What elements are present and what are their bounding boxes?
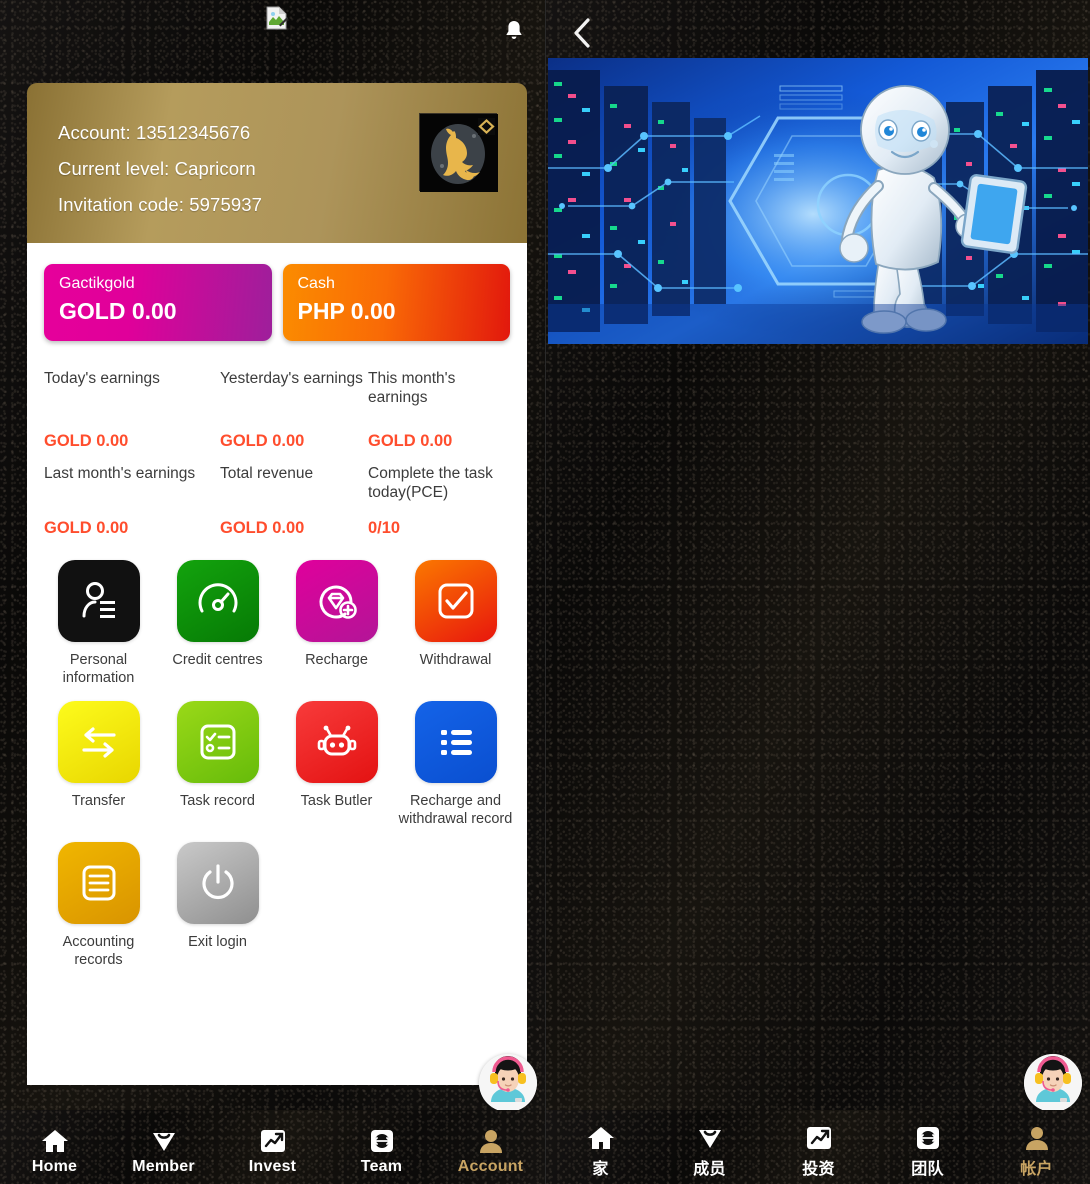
menu-item-task-record[interactable]: Task record xyxy=(158,701,277,828)
earnings-value: GOLD 0.00 xyxy=(220,432,305,450)
earnings-title: Last month's earnings xyxy=(44,465,196,482)
person-icon xyxy=(477,1124,505,1154)
nav-label: Account xyxy=(457,1157,524,1175)
nav-item-invest[interactable]: Invest xyxy=(218,1124,327,1176)
menu-item-transfer[interactable]: Transfer xyxy=(39,701,158,828)
menu-item-label: Withdrawal xyxy=(419,652,492,668)
account-summary-card[interactable]: Account: 13512345676 Current level: Capr… xyxy=(27,83,527,243)
menu-item-label: Recharge xyxy=(305,652,368,668)
app-screen: Account: 13512345676 Current level: Capr… xyxy=(0,0,1090,1184)
left-topbar xyxy=(0,0,545,57)
home-icon xyxy=(41,1124,69,1154)
earnings-value: GOLD 0.00 xyxy=(368,432,453,450)
checklist-icon xyxy=(176,701,259,783)
nav-label: Member xyxy=(132,1157,195,1175)
nav-label: 家 xyxy=(592,1160,609,1178)
account-content-sheet: Gactikgold GOLD 0.00 Cash PHP 0.00 Today… xyxy=(27,243,527,1085)
bell-icon[interactable] xyxy=(499,16,529,46)
menu-item-accounting-records[interactable]: Accounting records xyxy=(39,842,158,969)
menu-item-label: Task Butler xyxy=(300,793,373,809)
menu-item-label: Transfer xyxy=(71,793,126,809)
nav-item-member[interactable]: Member xyxy=(109,1124,218,1176)
menu-item-label: Accounting records xyxy=(62,934,135,968)
user-card-icon xyxy=(57,560,140,642)
menu-item-task-butler[interactable]: Task Butler xyxy=(277,701,396,828)
person-icon xyxy=(1023,1121,1051,1151)
ledger-icon xyxy=(57,842,140,924)
earnings-title: Today's earnings xyxy=(44,370,160,387)
customer-service-avatar-icon[interactable] xyxy=(1024,1054,1082,1112)
nav-item-account[interactable]: 帐户 xyxy=(982,1121,1090,1179)
list-icon xyxy=(414,701,497,783)
earnings-title: Complete the task today(PCE) xyxy=(368,465,493,501)
earnings-value: GOLD 0.00 xyxy=(44,432,129,450)
nav-label: 成员 xyxy=(693,1160,726,1178)
balance-card-cash[interactable]: Cash PHP 0.00 xyxy=(282,264,510,341)
arrows-lr-icon xyxy=(914,1121,942,1151)
nav-item-invest[interactable]: 投资 xyxy=(764,1121,873,1179)
nav-item-team[interactable]: Team xyxy=(327,1124,436,1176)
trend-chart-icon xyxy=(259,1124,287,1154)
earnings-grid: Today's earnings Yesterday's earnings Th… xyxy=(27,341,527,538)
menu-item-label: Exit login xyxy=(188,934,247,950)
diamond-icon xyxy=(696,1121,724,1151)
right-topbar xyxy=(546,0,1090,65)
menu-item-label: Task record xyxy=(180,793,255,809)
diamond-plus-icon xyxy=(295,560,378,642)
earnings-value: 0/10 xyxy=(368,519,401,537)
left-bottom-nav: Home Member Invest Team Account xyxy=(0,1110,545,1184)
balance-label: Gactikgold xyxy=(59,275,135,292)
balance-value: GOLD 0.00 xyxy=(59,298,177,324)
gauge-icon xyxy=(176,560,259,642)
invitation-code-line: Invitation code: 5975937 xyxy=(58,194,263,215)
balance-value: PHP 0.00 xyxy=(297,298,396,324)
nav-item-home[interactable]: Home xyxy=(0,1124,109,1176)
check-square-icon xyxy=(414,560,497,642)
robot-icon xyxy=(295,701,378,783)
nav-label: 投资 xyxy=(802,1160,835,1178)
robot-data-center-banner xyxy=(548,58,1088,344)
nav-label: Home xyxy=(31,1157,78,1175)
right-bottom-nav: 家 成员 投资 团队 帐户 xyxy=(546,1110,1090,1184)
balance-label: Cash xyxy=(297,275,335,292)
balance-cards: Gactikgold GOLD 0.00 Cash PHP 0.00 xyxy=(27,243,527,341)
home-icon xyxy=(587,1121,615,1151)
menu-item-recharge[interactable]: Recharge xyxy=(277,560,396,687)
nav-label: 帐户 xyxy=(1020,1160,1053,1178)
transfer-arrows-icon xyxy=(57,701,140,783)
nav-item-home[interactable]: 家 xyxy=(546,1121,655,1179)
chevron-left-icon[interactable] xyxy=(564,14,600,52)
earnings-title: Total revenue xyxy=(220,465,314,482)
power-icon xyxy=(176,842,259,924)
menu-item-personal-information[interactable]: Personal information xyxy=(39,560,158,687)
menu-item-withdrawal[interactable]: Withdrawal xyxy=(396,560,515,687)
arrows-lr-icon xyxy=(368,1124,396,1154)
trend-chart-icon xyxy=(805,1121,833,1151)
nav-item-account[interactable]: Account xyxy=(436,1124,545,1176)
menu-item-label: Personal information xyxy=(62,652,135,686)
left-account-panel: Account: 13512345676 Current level: Capr… xyxy=(0,0,545,1184)
menu-grid: Personal information Credit centres Rech… xyxy=(27,538,527,983)
nav-item-member[interactable]: 成员 xyxy=(655,1121,764,1179)
earnings-value: GOLD 0.00 xyxy=(44,519,129,537)
customer-service-avatar-icon[interactable] xyxy=(479,1054,537,1112)
menu-item-label: Recharge and withdrawal record xyxy=(398,793,513,827)
broken-image-icon xyxy=(266,6,289,30)
menu-item-exit-login[interactable]: Exit login xyxy=(158,842,277,969)
nav-label: Team xyxy=(360,1157,403,1175)
menu-item-label: Credit centres xyxy=(172,652,263,668)
nav-label: Invest xyxy=(248,1157,297,1175)
nav-label: 团队 xyxy=(911,1160,944,1178)
menu-item-credit-centres[interactable]: Credit centres xyxy=(158,560,277,687)
diamond-icon xyxy=(150,1124,178,1154)
earnings-value: GOLD 0.00 xyxy=(220,519,305,537)
earnings-title: Yesterday's earnings xyxy=(220,370,363,387)
menu-item-recharge-withdrawal-record[interactable]: Recharge and withdrawal record xyxy=(396,701,515,828)
capricorn-zodiac-icon xyxy=(419,113,498,192)
balance-card-gactikgold[interactable]: Gactikgold GOLD 0.00 xyxy=(44,264,272,341)
nav-item-team[interactable]: 团队 xyxy=(873,1121,982,1179)
earnings-title: This month's earnings xyxy=(368,370,456,406)
